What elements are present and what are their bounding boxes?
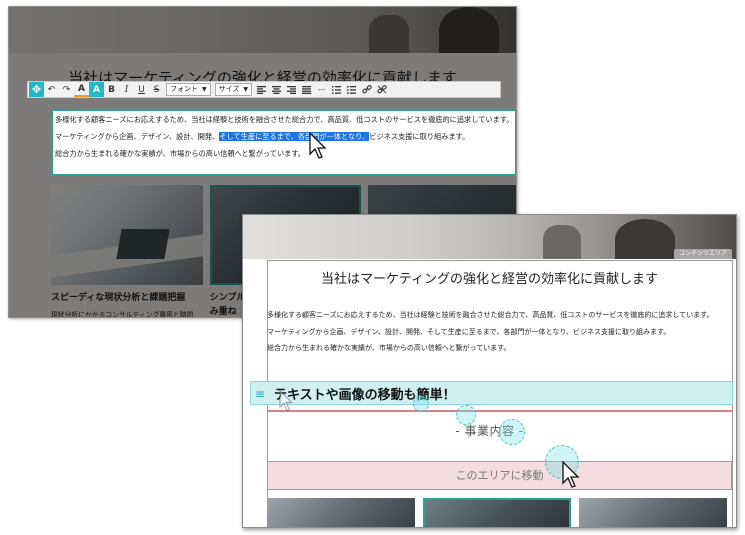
font-family-select[interactable]: フォント ▼ [166, 83, 211, 96]
paragraph: 総合力から生まれる確かな実績が、市場からの高い信頼へと繋がっています。 [55, 149, 305, 158]
body-text: 多様化する顧客ニーズにお応えするため、当社は経験と技術を融合させた総合力で、高品… [267, 307, 713, 357]
text-format-toolbar: ✥ ↶ ↷ A A B I U S フォント ▼ サイズ ▼ --- [27, 81, 501, 98]
editor-window-front: コンテンツエリア 当社はマーケティングの強化と経営の効率化に貢献します 多様化す… [242, 214, 737, 528]
card-subtitle: 現状分析にかかるコンサルティング費用と時間 [51, 311, 194, 318]
align-left-icon[interactable] [254, 82, 269, 97]
underline-button[interactable]: U [134, 82, 149, 97]
ordered-list-icon[interactable] [329, 82, 344, 97]
service-card[interactable]: スピーディな現状分析と課題把握 現状分析にかかるコンサルティング費用と時間 [51, 185, 203, 317]
drag-trail-dot [499, 419, 525, 445]
thumbnail-image [267, 498, 415, 527]
drag-trail-dot [413, 396, 429, 412]
content-area-badge: コンテンツエリア [673, 249, 732, 259]
drag-trail-dot [456, 405, 476, 425]
chevron-down-icon: ▼ [202, 86, 207, 93]
bold-button[interactable]: B [104, 82, 119, 97]
thumbnail-row [267, 498, 733, 527]
move-icon[interactable]: ✥ [29, 82, 44, 97]
link-icon[interactable] [359, 82, 374, 97]
thumbnail-image [579, 498, 727, 527]
paragraph: 多様化する顧客ニーズにお応えするため、当社は経験と技術を融合させた総合力で、高品… [55, 115, 514, 124]
page-title: 当社はマーケティングの強化と経営の効率化に貢献します [321, 272, 658, 287]
unlink-icon[interactable] [374, 82, 389, 97]
drop-indicator-line [267, 410, 733, 412]
mouse-cursor-icon [562, 461, 580, 488]
align-center-icon[interactable] [269, 82, 284, 97]
paragraph: マーケティングから企画、デザイン、設計、開発、そして生産に至るまで、各部門が一体… [267, 327, 671, 336]
card-title: スピーディな現状分析と課題把握 [51, 293, 186, 303]
text-span: ビジネス支援に取り組みます。 [369, 132, 470, 141]
hero-image [243, 215, 736, 259]
paragraph: 多様化する顧客ニーズにお応えするため、当社は経験と技術を融合させた総合力で、高品… [267, 311, 714, 319]
chevron-down-icon: ▼ [243, 86, 249, 93]
redo-icon[interactable]: ↷ [59, 82, 74, 97]
undo-icon[interactable]: ↶ [44, 82, 59, 97]
strikethrough-button[interactable]: S [149, 82, 164, 97]
section-heading: - 事業内容 - [455, 424, 524, 438]
horizontal-rule-button[interactable]: --- [314, 82, 329, 97]
font-family-select-label: フォント [170, 85, 198, 93]
ghost-cursor-icon [279, 390, 293, 412]
card-image [51, 185, 203, 285]
text-span: マーケティングから企画、デザイン、設計、開発、 [55, 132, 220, 141]
background-color-button[interactable]: A [89, 82, 104, 97]
italic-button[interactable]: I [119, 82, 134, 97]
selected-text: そして生産に至るまで、各部門が一体となり、 [219, 132, 370, 141]
drop-target-zone[interactable]: このエリアに移動 [267, 461, 732, 490]
font-size-select-label: サイズ [218, 85, 240, 93]
paragraph: マーケティングから企画、デザイン、設計、開発、そして生産に至るまで、各部門が一体… [53, 128, 515, 145]
thumbnail-image [423, 498, 571, 527]
align-right-icon[interactable] [284, 82, 299, 97]
align-justify-icon[interactable] [299, 82, 314, 97]
font-color-button[interactable]: A [74, 82, 89, 97]
mouse-cursor-icon [309, 132, 327, 159]
font-size-select[interactable]: サイズ ▼ [214, 83, 253, 96]
editable-text-box[interactable]: 多様化する顧客ニーズにお応えするため、当社は経験と技術を融合させた総合力で、高品… [51, 109, 516, 176]
drag-handle-icon[interactable]: ≡ [255, 387, 269, 401]
draggable-block[interactable]: ≡ テキストや画像の移動も簡単！ [250, 381, 733, 405]
paragraph: 総合力から生まれる確かな実績が、市場からの高い信頼へと繋がっています。 [267, 344, 511, 352]
hero-image [9, 7, 516, 53]
bullet-list-icon[interactable] [344, 82, 359, 97]
